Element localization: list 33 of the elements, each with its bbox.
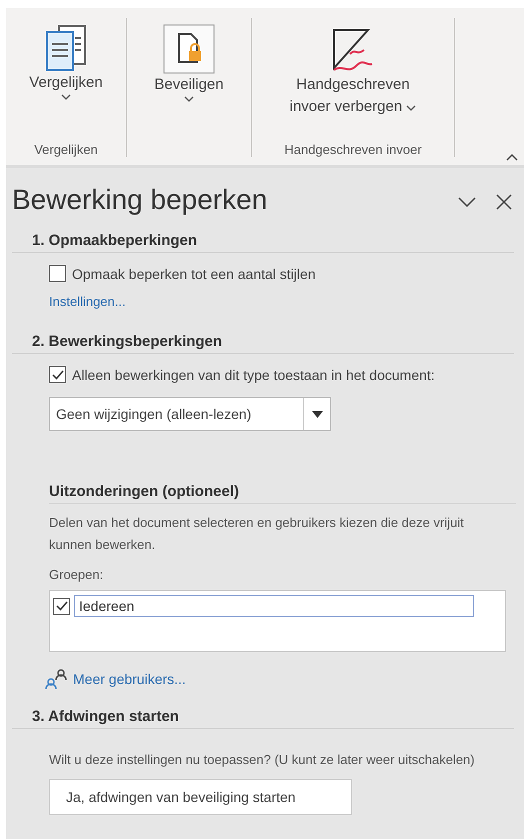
section-heading: 1. Opmaakbeperkingen [12, 226, 514, 253]
description-text: Delen van het document selecteren en gebruikers kiezen die deze vrijuit kunnen bewerken. [49, 514, 465, 554]
description-text: Groepen: [49, 566, 104, 584]
chevron-down-icon [458, 197, 476, 207]
more-users-link[interactable]: Meer gebruikers... [45, 668, 186, 690]
ribbon-button-label: Beveiligen [154, 75, 224, 95]
ribbon-button[interactable]: Handgeschreven invoer verbergen [290, 18, 416, 138]
users-icon [45, 668, 69, 690]
group-entry[interactable]: Iedereen [74, 595, 474, 617]
locked-document-icon [163, 24, 215, 74]
dropdown[interactable]: Geen wijzigingen (alleen-lezen) [49, 397, 331, 431]
subsection-heading: Uitzonderingen (optioneel) [49, 483, 516, 504]
description-text: Wilt u deze instellingen nu toepassen? (U kunt ze later weer uitschakelen) [49, 751, 476, 769]
checkbox[interactable] [49, 265, 66, 282]
group-label: Handgeschreven invoer [284, 141, 422, 157]
dropdown-arrow-icon [312, 410, 322, 418]
ribbon-button-label: invoer verbergen [290, 96, 416, 118]
checkbox-label: Alleen bewerkingen van dit type toestaan in het document: [72, 366, 435, 382]
collapse-ribbon-icon[interactable] [506, 153, 518, 161]
pane-title: Bewerking beperken [12, 183, 268, 217]
ribbon-button[interactable]: Beveiligen [154, 18, 224, 157]
section-heading: 3. Afdwingen starten [12, 702, 514, 729]
settings-link[interactable]: Instellingen... [49, 294, 516, 309]
checkbox[interactable] [53, 598, 70, 614]
ribbon-button-label: Vergelijken [29, 73, 103, 93]
checkbox-label: Opmaak beperken tot een aantal stijlen [72, 266, 316, 282]
ribbon-button-label: Handgeschreven [296, 75, 410, 95]
group-label: Vergelijken [34, 141, 98, 157]
section-heading: 2. Bewerkingsbeperkingen [12, 327, 514, 354]
start-enforcing-button[interactable]: Ja, afdwingen van beveiliging starten [49, 779, 352, 815]
checkbox[interactable] [49, 366, 66, 383]
ribbon-button[interactable]: Vergelijken [29, 18, 103, 138]
close-icon [496, 194, 512, 210]
